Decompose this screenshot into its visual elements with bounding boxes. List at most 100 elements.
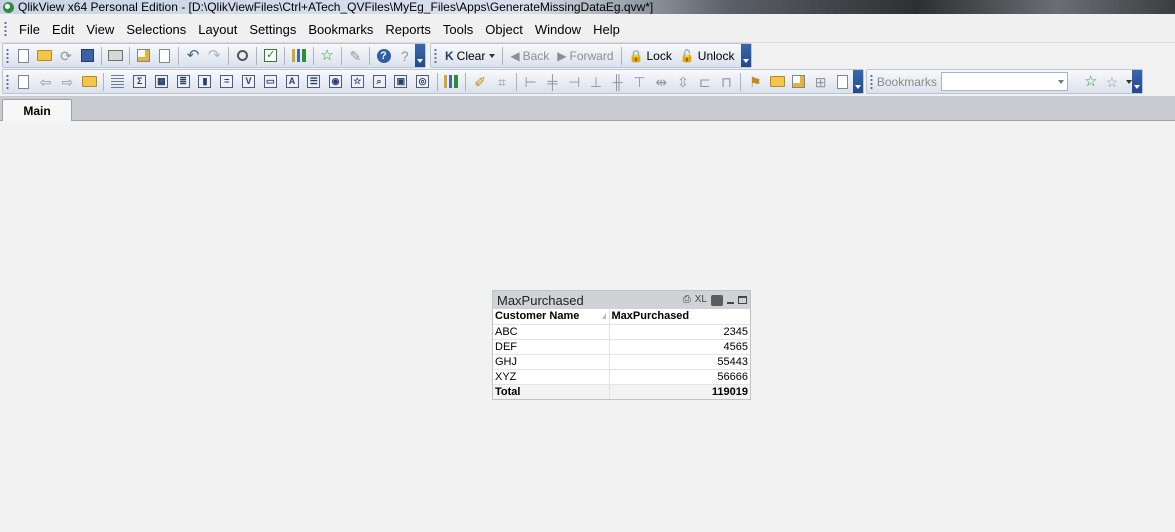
create-input-box-button[interactable]: =	[217, 72, 237, 92]
menu-tools[interactable]: Tools	[437, 16, 479, 43]
toolbar-grip-icon[interactable]	[6, 73, 9, 90]
object-properties-button[interactable]	[789, 72, 809, 92]
maximize-icon[interactable]	[738, 296, 747, 304]
lock-button[interactable]: 🔒 Lock	[625, 46, 676, 66]
reload-button[interactable]: ⟳	[56, 46, 75, 66]
redo-button[interactable]: ↷	[205, 46, 224, 66]
remove-bookmark-button[interactable]: ☆	[1102, 72, 1121, 92]
save-button[interactable]	[78, 46, 97, 66]
create-statistics-box-button[interactable]: Σ	[130, 72, 150, 92]
cell-customer-name[interactable]: DEF	[493, 339, 610, 355]
create-chart-button[interactable]: ▮	[195, 72, 215, 92]
create-listbox-button[interactable]	[108, 72, 128, 92]
selection-icon[interactable]	[711, 294, 723, 306]
expression-overview-button[interactable]	[832, 72, 852, 92]
align-center-button[interactable]: ╪	[543, 72, 563, 92]
toolbar-grip-icon[interactable]	[6, 47, 9, 64]
create-text-object-button[interactable]: A	[282, 72, 302, 92]
align-top-button[interactable]: ⊤	[630, 72, 650, 92]
promote-sheet-button[interactable]: ⇦	[36, 72, 56, 92]
new-button[interactable]	[14, 46, 33, 66]
add-sheet-button[interactable]	[14, 72, 34, 92]
reload-script-button[interactable]	[155, 46, 174, 66]
edit-script-button[interactable]	[134, 46, 153, 66]
print-button[interactable]	[106, 46, 125, 66]
sheet-properties-button[interactable]	[79, 72, 99, 92]
edit-mode-button[interactable]: ✎	[346, 46, 365, 66]
undo-button[interactable]: ↶	[183, 46, 202, 66]
minimize-icon[interactable]	[727, 302, 734, 304]
design-grid-button[interactable]: ⌗	[492, 72, 512, 92]
chart-wizard-button[interactable]	[441, 72, 461, 92]
cell-customer-name[interactable]: ABC	[493, 324, 610, 340]
table-viewer-button[interactable]: ⊞	[811, 72, 831, 92]
column-header-maxpurchased[interactable]: MaxPurchased	[609, 309, 750, 325]
bookmarks-dropdown[interactable]	[940, 72, 1069, 91]
align-middle-button[interactable]: ╫	[608, 72, 628, 92]
toolbar-grip-icon[interactable]	[870, 73, 873, 90]
help-button[interactable]: ?	[374, 46, 393, 66]
table-row[interactable]: GHJ 55443	[493, 354, 750, 370]
create-button-object-button[interactable]: ▭	[260, 72, 280, 92]
forward-button[interactable]: ▶ Forward	[553, 46, 617, 66]
align-bottom-button[interactable]: ⊥	[586, 72, 606, 92]
menu-grip-icon[interactable]	[4, 21, 7, 37]
bookmark-star-button[interactable]: ☆	[317, 46, 336, 66]
create-custom-object-button[interactable]: ◎	[413, 72, 433, 92]
clear-dropdown-icon[interactable]	[489, 53, 496, 58]
table-row[interactable]: DEF 4565	[493, 339, 750, 355]
create-table-box-button[interactable]: ≣	[173, 72, 193, 92]
toolbar-overflow-button[interactable]	[415, 44, 425, 67]
cell-customer-name[interactable]: XYZ	[493, 369, 610, 385]
menu-help[interactable]: Help	[587, 16, 626, 43]
create-container-button[interactable]: ▣	[391, 72, 411, 92]
menu-selections[interactable]: Selections	[120, 16, 192, 43]
create-current-selections-button[interactable]: V	[239, 72, 259, 92]
xl-export-icon[interactable]: XL	[695, 295, 707, 305]
toolbar-overflow-button[interactable]	[1132, 70, 1142, 93]
demote-sheet-button[interactable]: ⇨	[58, 72, 78, 92]
cell-customer-name[interactable]: GHJ	[493, 354, 610, 370]
align-left-button[interactable]: ⊢	[521, 72, 541, 92]
tab-main[interactable]: Main	[2, 99, 72, 122]
add-bookmark-button[interactable]: ☆	[1081, 72, 1100, 92]
table-row[interactable]: XYZ 56666	[493, 369, 750, 385]
cell-maxpurchased[interactable]: 56666	[609, 369, 750, 385]
toolbar-overflow-button[interactable]	[741, 44, 751, 67]
space-horizontal-button[interactable]: ⇹	[651, 72, 671, 92]
open-button[interactable]	[35, 46, 54, 66]
menu-layout[interactable]: Layout	[192, 16, 243, 43]
menu-window[interactable]: Window	[529, 16, 587, 43]
align-right-button[interactable]: ⊣	[564, 72, 584, 92]
unlock-button[interactable]: 🔓 Unlock	[676, 46, 739, 66]
cell-maxpurchased[interactable]: 4565	[609, 339, 750, 355]
toolbar-grip-icon[interactable]	[434, 47, 437, 64]
adjust-left-button[interactable]: ⊏	[695, 72, 715, 92]
create-line-arrow-button[interactable]: ☰	[304, 72, 324, 92]
menu-reports[interactable]: Reports	[379, 16, 437, 43]
new-chart-button[interactable]	[289, 46, 308, 66]
document-properties-button[interactable]: ⚑	[745, 72, 765, 92]
create-search-object-button[interactable]: ⌕	[369, 72, 389, 92]
menu-edit[interactable]: Edit	[46, 16, 80, 43]
sheet-properties-2-button[interactable]	[767, 72, 787, 92]
menu-file[interactable]: File	[13, 16, 46, 43]
column-header-customer-name[interactable]: Customer Name	[493, 309, 610, 325]
menu-bookmarks[interactable]: Bookmarks	[302, 16, 379, 43]
space-vertical-button[interactable]: ⇳	[673, 72, 693, 92]
table-box-caption[interactable]: MaxPurchased ⎙ XL	[493, 291, 750, 309]
toolbar-overflow-button[interactable]	[853, 70, 864, 93]
maxpurchased-table-box[interactable]: MaxPurchased ⎙ XL Customer Name MaxPurch…	[492, 290, 751, 400]
create-slider-button[interactable]: ◉	[326, 72, 346, 92]
table-row[interactable]: ABC 2345	[493, 324, 750, 340]
clear-button[interactable]: K Clear	[441, 46, 499, 66]
print-icon[interactable]: ⎙	[683, 295, 691, 305]
create-multibox-button[interactable]: ▦	[152, 72, 172, 92]
menu-settings[interactable]: Settings	[243, 16, 302, 43]
search-button[interactable]	[233, 46, 252, 66]
cell-maxpurchased[interactable]: 2345	[609, 324, 750, 340]
menu-object[interactable]: Object	[479, 16, 529, 43]
select-fields-button[interactable]: ✓	[261, 46, 280, 66]
adjust-top-button[interactable]: ⊓	[717, 72, 737, 92]
cell-maxpurchased[interactable]: 55443	[609, 354, 750, 370]
